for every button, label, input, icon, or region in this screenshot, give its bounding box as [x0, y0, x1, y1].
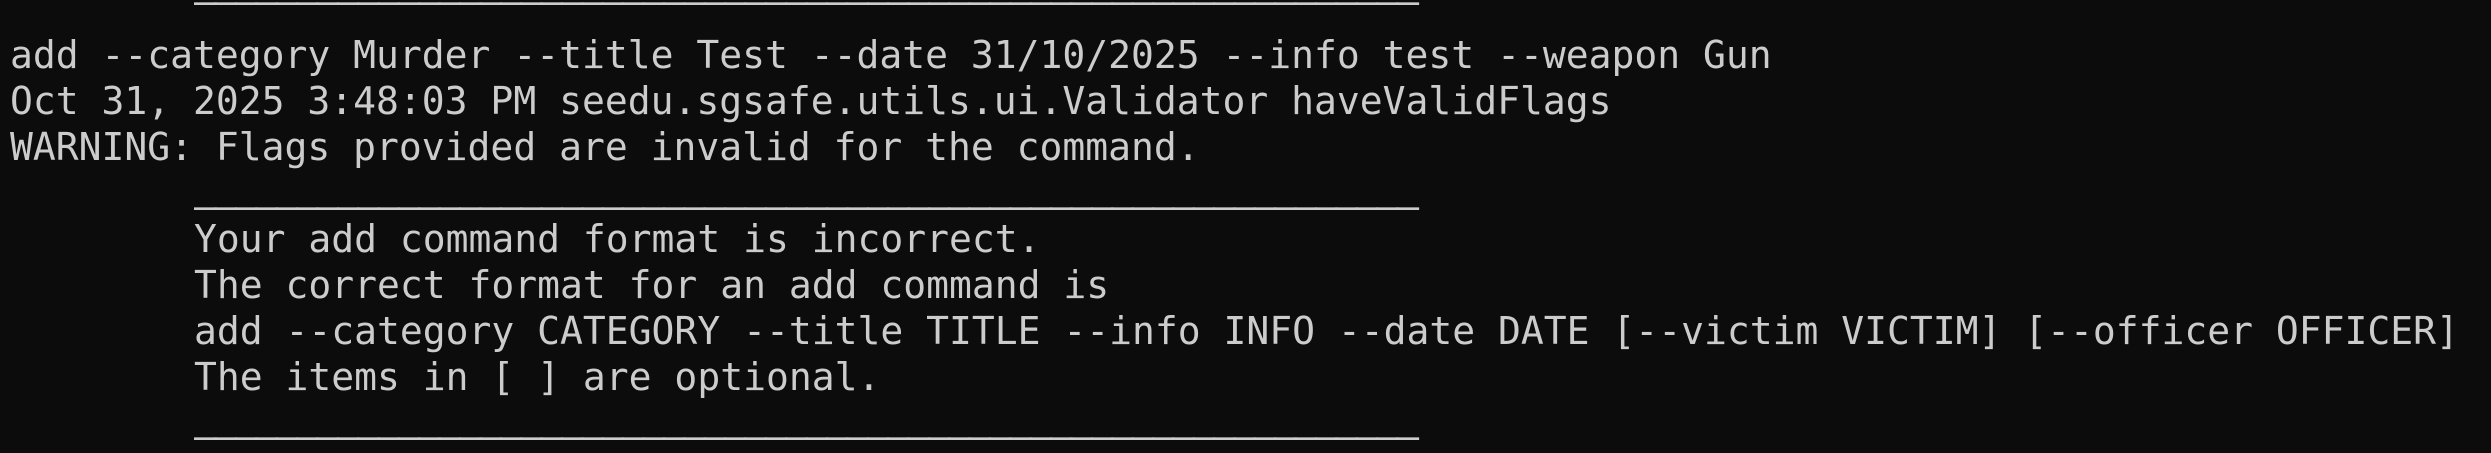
divider-response-bottom: ————————————————————————————————————————…	[194, 414, 1419, 453]
correct-format-intro-line: The correct format for an add command is	[194, 263, 1110, 307]
optional-note-line: The items in [ ] are optional.	[194, 355, 881, 399]
divider-top: ————————————————————————————————————————…	[194, 0, 1419, 23]
correct-format-usage-line: add --category CATEGORY --title TITLE --…	[194, 309, 2459, 353]
warning-line: WARNING: Flags provided are invalid for …	[10, 125, 1200, 169]
error-message-line: Your add command format is incorrect.	[194, 217, 1041, 261]
command-input-line: add --category Murder --title Test --dat…	[10, 33, 1772, 77]
log-timestamp-line: Oct 31, 2025 3:48:03 PM seedu.sgsafe.uti…	[10, 79, 1612, 123]
terminal-window[interactable]: ————————————————————————————————————————…	[0, 0, 2491, 453]
